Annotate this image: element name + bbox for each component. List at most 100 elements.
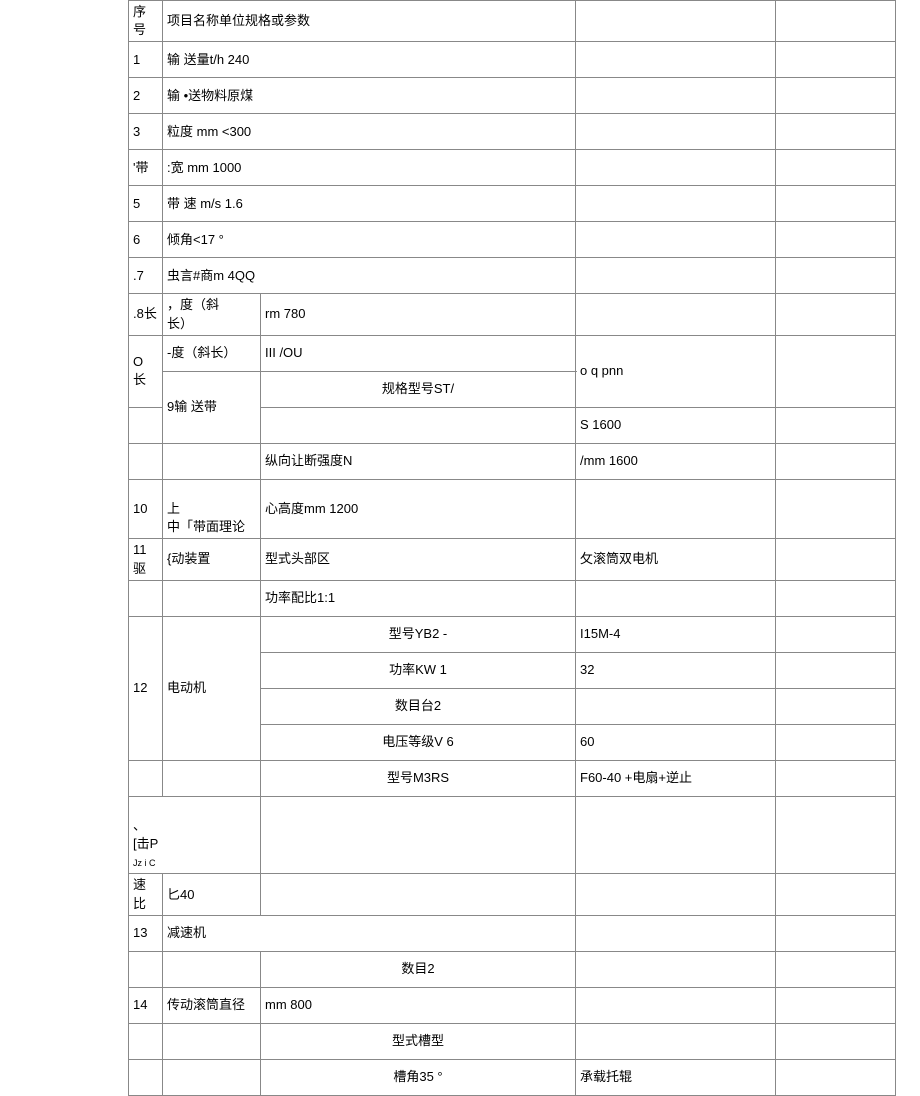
cell-n: .7 [129, 258, 163, 294]
cell-blank [129, 580, 163, 616]
cell-blank [129, 407, 163, 443]
cell-a: 9输 送带 [163, 371, 261, 443]
cell-c: 心高度mm 1200 [261, 479, 576, 539]
cell-a: 上 中「带面理论 [163, 479, 261, 539]
cell-n: 1 [129, 42, 163, 78]
cell-c3: 槽角35 ° [261, 1059, 576, 1095]
table-row: 10 上 中「带面理论 心高度mm 1200 [129, 479, 896, 539]
table-row: 12 电动机 型号YB2 - I15M-4 [129, 616, 896, 652]
cell-c3: 功率配比1:1 [261, 580, 576, 616]
cell-c4: 攵滚筒双电机 [576, 539, 776, 580]
cell-b: 匕40 [163, 874, 261, 915]
cell-txt: 倾角<17 ° [163, 222, 576, 258]
cell-c: III /OU [261, 335, 576, 371]
cell-n: 3 [129, 114, 163, 150]
cell-b-txt: 「带面理论 [180, 519, 245, 534]
cell-blank [776, 652, 896, 688]
table-row: .7 虫言#商m 4QQ [129, 258, 896, 294]
cell-b: {动装置 [163, 539, 261, 580]
cell-txt: 粒度 mm <300 [163, 114, 576, 150]
cell-a: 传动滚筒直径 [163, 987, 261, 1023]
cell-blank [163, 580, 261, 616]
cell-tiny: Jz i C [133, 858, 156, 868]
cell-blank [576, 987, 776, 1023]
spec-table-container: 序号 项目名称单位规格或参数 1 输 送量t/h 240 2 输 •送物料原煤 … [128, 0, 896, 1096]
cell-blank [261, 796, 576, 874]
cell-c4: I15M-4 [576, 616, 776, 652]
cell-c3: 纵向让断强度N [261, 443, 576, 479]
cell-n-txt: 、 [击P [133, 818, 158, 851]
cell-txt: 输 送量t/h 240 [163, 42, 576, 78]
cell-d: o q pnn [576, 335, 776, 407]
cell-blank [776, 150, 896, 186]
cell-n: 速 比 [129, 874, 163, 915]
cell-blank [776, 580, 896, 616]
cell-blank [576, 222, 776, 258]
table-row: '带 :宽 mm 1000 [129, 150, 896, 186]
cell-n: O 长 [129, 335, 163, 407]
cell-blank [576, 580, 776, 616]
cell-c3: 型号YB2 - [261, 616, 576, 652]
cell-c3: mm 800 [261, 987, 576, 1023]
cell-txt: 虫言#商m 4QQ [163, 258, 576, 294]
cell-a-txt: 输 送带 [174, 399, 217, 414]
table-row: .8长 ，度（斜 长） rm 780 [129, 294, 896, 335]
cell-a: 长 [144, 306, 157, 321]
header-row: 序号 项目名称单位规格或参数 [129, 1, 896, 42]
cell-n: 11 驱 [129, 539, 163, 580]
hdr-blank1 [576, 1, 776, 42]
table-row: 槽角35 ° 承载托辊 [129, 1059, 896, 1095]
cell-txt: 带 速 m/s 1.6 [163, 186, 576, 222]
cell-blank [776, 1059, 896, 1095]
cell-blank [163, 1059, 261, 1095]
cell-n: 2 [129, 78, 163, 114]
cell-blank [776, 78, 896, 114]
cell-c3: 型式头部区 [261, 539, 576, 580]
cell-n: 10 [129, 479, 163, 539]
table-row: O 长 -度（斜长） III /OU o q pnn [129, 335, 896, 371]
cell-n: 12 [129, 616, 163, 760]
cell-blank [576, 294, 776, 335]
hdr-seq: 序号 [129, 1, 163, 42]
cell-c3: 功率KW 1 [261, 652, 576, 688]
cell-blank [576, 114, 776, 150]
cell-blank [163, 443, 261, 479]
cell-blank [129, 1059, 163, 1095]
cell-b: -度（斜长） [163, 335, 261, 371]
cell-a: 电动机 [163, 616, 261, 760]
cell-blank [776, 42, 896, 78]
cell-c3: 型号M3RS [261, 760, 576, 796]
cell-blank [163, 760, 261, 796]
table-row: 型式槽型 [129, 1023, 896, 1059]
cell-blank [129, 443, 163, 479]
table-row: 13 减速机 [129, 915, 896, 951]
cell-txt: :宽 mm 1000 [163, 150, 576, 186]
cell-blank [576, 796, 776, 874]
table-row: 功率配比1:1 [129, 580, 896, 616]
cell-blank [776, 874, 896, 915]
hdr-blank2 [776, 1, 896, 42]
cell-blank [776, 294, 896, 335]
cell-b: ，度（斜 长） [163, 294, 261, 335]
cell-n-txt: .8 [133, 306, 144, 321]
cell-c3a: 规格型号ST/ [261, 371, 576, 407]
cell-blank [261, 874, 576, 915]
cell-blank [163, 951, 261, 987]
cell-c3: 型式槽型 [261, 1023, 576, 1059]
cell-blank [776, 616, 896, 652]
cell-blank [261, 407, 576, 443]
cell-blank [576, 688, 776, 724]
cell-blank [129, 1023, 163, 1059]
cell-blank [776, 688, 896, 724]
spec-table: 序号 项目名称单位规格或参数 1 输 送量t/h 240 2 输 •送物料原煤 … [128, 0, 896, 1096]
cell-c3: 电压等级V 6 [261, 724, 576, 760]
cell-blank [776, 724, 896, 760]
cell-blank [776, 443, 896, 479]
table-row: 3 粒度 mm <300 [129, 114, 896, 150]
cell-blank [776, 479, 896, 539]
cell-blank [776, 258, 896, 294]
cell-blank [776, 407, 896, 443]
cell-c4: 承载托辊 [576, 1059, 776, 1095]
cell-c4: F60-40 +电扇+逆止 [576, 760, 776, 796]
cell-c4: 60 [576, 724, 776, 760]
